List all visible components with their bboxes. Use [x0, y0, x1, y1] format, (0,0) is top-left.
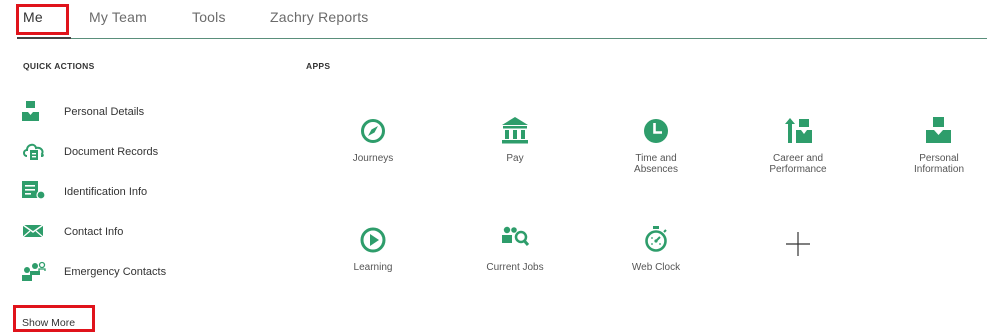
app-pay[interactable]: Pay	[460, 113, 570, 193]
quick-action-emergency-contacts[interactable]: Emergency Contacts	[22, 261, 262, 283]
quick-action-personal-details[interactable]: Personal Details	[22, 101, 262, 123]
quick-action-label: Document Records	[64, 146, 159, 158]
app-web-clock[interactable]: Web Clock	[601, 222, 711, 302]
app-learning[interactable]: Learning	[318, 222, 428, 302]
app-personal-information[interactable]: Personal Information	[884, 113, 987, 193]
compass-icon	[355, 113, 391, 149]
job-search-icon	[497, 222, 533, 258]
people-group-icon	[22, 261, 46, 281]
play-circle-icon	[355, 222, 391, 258]
quick-actions-heading: QUICK ACTIONS	[23, 61, 95, 71]
tab-my-team[interactable]: My Team	[89, 9, 147, 25]
add-app-button[interactable]	[743, 222, 853, 302]
quick-action-label: Emergency Contacts	[64, 266, 167, 278]
tab-zachry-reports[interactable]: Zachry Reports	[270, 9, 369, 25]
apps-heading: APPS	[306, 61, 331, 71]
app-label: Web Clock	[631, 262, 681, 273]
app-label: Journeys	[352, 153, 394, 164]
highlight-box-show-more	[13, 305, 95, 332]
app-label: Career and Performance	[769, 153, 827, 175]
tab-bar-divider	[17, 38, 987, 39]
clock-icon	[638, 113, 674, 149]
quick-action-label: Personal Details	[64, 106, 145, 118]
app-label: Personal Information	[913, 153, 965, 175]
person-icon	[22, 101, 46, 121]
quick-action-label: Identification Info	[64, 186, 148, 198]
app-label: Time and Absences	[634, 153, 678, 175]
app-current-jobs[interactable]: Current Jobs	[460, 222, 570, 302]
app-career-and-performance[interactable]: Career and Performance	[743, 113, 853, 193]
quick-action-document-records[interactable]: Document Records	[22, 141, 262, 163]
envelope-icon	[22, 221, 46, 241]
plus-icon	[780, 222, 816, 258]
app-label: Learning	[353, 262, 393, 273]
stopwatch-icon	[638, 222, 674, 258]
quick-action-label: Contact Info	[64, 226, 124, 238]
app-label: Pay	[506, 153, 524, 164]
top-tab-bar: Me My Team Tools Zachry Reports	[0, 0, 987, 39]
app-journeys[interactable]: Journeys	[318, 113, 428, 193]
cloud-document-icon	[22, 141, 46, 161]
career-arrow-person-icon	[780, 113, 816, 149]
quick-action-identification-info[interactable]: Identification Info	[22, 181, 262, 203]
person-icon	[921, 113, 957, 149]
quick-action-contact-info[interactable]: Contact Info	[22, 221, 262, 243]
tab-tools[interactable]: Tools	[192, 9, 226, 25]
id-card-icon	[22, 181, 46, 201]
app-label: Current Jobs	[486, 262, 544, 273]
bank-icon	[497, 113, 533, 149]
highlight-box-me-tab	[16, 4, 69, 35]
app-time-and-absences[interactable]: Time and Absences	[601, 113, 711, 193]
active-tab-indicator	[17, 37, 71, 39]
